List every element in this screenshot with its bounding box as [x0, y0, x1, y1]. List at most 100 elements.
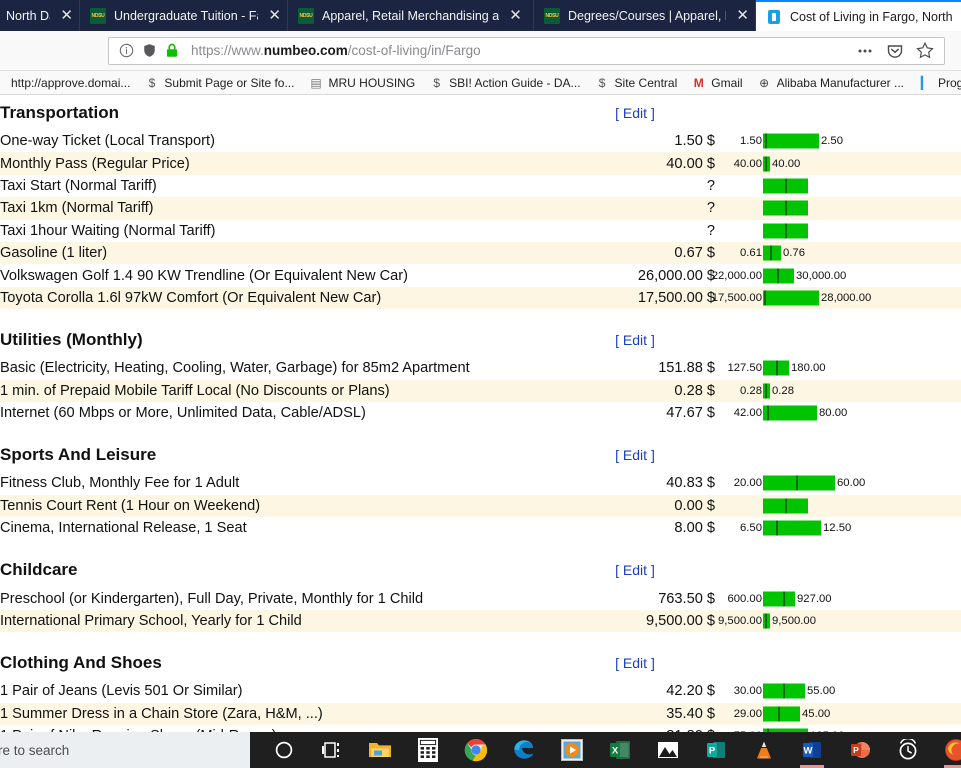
item-name: Gasoline (1 liter) [0, 241, 555, 265]
item-range-cell: 0.61 0.76 [715, 241, 961, 265]
address-bar[interactable]: https://www.numbeo.com/cost-of-living/in… [108, 36, 945, 65]
bookmark-item-5[interactable]: M Gmail [684, 75, 749, 90]
browser-tab-4[interactable]: Cost of Living in Fargo, North D [756, 0, 961, 31]
range-high-value: 80.00 [819, 407, 848, 420]
bookmark-item-3[interactable]: $ SBI! Action Guide - DA... [422, 75, 587, 90]
range-marker [776, 360, 778, 376]
bookmark-favicon: $ [433, 75, 440, 90]
range-bar-wrapper: 0.28 0.28 [715, 380, 945, 402]
spacer-cell [715, 309, 961, 323]
tab-close-icon[interactable]: ✕ [268, 8, 281, 23]
bookmark-item-2[interactable]: ▤ MRU HOUSING [301, 75, 422, 90]
browser-tab-0[interactable]: North Dak ✕ [0, 0, 80, 31]
bookmark-item-4[interactable]: $ Site Central [588, 75, 685, 90]
browser-tab-3[interactable]: NDSU Degrees/Courses | Apparel, Mer ✕ [534, 0, 756, 31]
section-header-row: Transportation [ Edit ] [0, 96, 961, 130]
pocket-icon[interactable] [886, 42, 904, 60]
google-chrome-icon[interactable] [452, 732, 500, 768]
section-edit-link[interactable]: [ Edit ] [555, 553, 715, 587]
range-bar-wrapper: 40.00 40.00 [715, 152, 945, 174]
table-row: Taxi 1hour Waiting (Normal Tariff)? [0, 220, 961, 242]
microsoft-powerpoint-icon[interactable]: P [836, 732, 884, 768]
tab-close-icon[interactable]: ✕ [736, 8, 749, 23]
spacer-cell [0, 539, 555, 553]
tracking-protection-shield-icon[interactable] [142, 43, 157, 58]
range-bar-wrapper: 75.00125.00 [715, 725, 945, 732]
section-edit-link[interactable]: [ Edit ] [555, 323, 715, 357]
firefox-icon[interactable] [932, 732, 961, 768]
spacer-cell [0, 309, 555, 323]
table-row: 1 Pair of Nike Running Shoes (Mid-Range)… [0, 725, 961, 732]
tab-close-icon[interactable]: ✕ [509, 8, 522, 23]
item-range-cell [715, 175, 961, 197]
section-range-cell [715, 553, 961, 587]
media-player-icon[interactable] [548, 732, 596, 768]
numbeo-icon [766, 8, 782, 25]
windows-taskbar: re to search X P W P [0, 732, 961, 768]
table-row: 1 Pair of Jeans (Levis 501 Or Similar) 42… [0, 680, 961, 702]
vlc-media-player-icon[interactable] [740, 732, 788, 768]
section-edit-link[interactable]: [ Edit ] [555, 438, 715, 472]
item-price: 42.20 $ [666, 683, 715, 700]
tab-close-icon[interactable]: ✕ [60, 8, 73, 23]
item-name: Taxi 1hour Waiting (Normal Tariff) [0, 222, 216, 239]
range-bar [763, 133, 819, 149]
url-text: https://www.numbeo.com/cost-of-living/in… [191, 43, 481, 58]
microsoft-edge-icon[interactable] [500, 732, 548, 768]
item-name: Taxi Start (Normal Tariff) [0, 177, 157, 194]
item-price: ? [555, 197, 715, 220]
bookmark-label: Submit Page or Site fo... [164, 75, 295, 90]
svg-text:P: P [709, 746, 716, 757]
bookmark-item-1[interactable]: $ Submit Page or Site fo... [137, 75, 301, 90]
item-name: Basic (Electricity, Heating, Cooling, Wa… [0, 360, 470, 377]
calculator-icon[interactable] [404, 732, 452, 768]
taskbar-search-box[interactable]: re to search [0, 732, 250, 768]
clock-icon[interactable] [884, 732, 932, 768]
range-low-value: 20.00 [733, 477, 762, 490]
item-range-cell: 20.00 60.00 [715, 472, 961, 494]
cortana-icon[interactable] [260, 732, 308, 768]
item-price: 0.00 $ [555, 494, 715, 518]
bookmark-star-icon[interactable] [916, 41, 934, 60]
range-low-value: 600.00 [727, 592, 762, 605]
item-price: 151.88 $ [658, 360, 715, 377]
range-marker [796, 475, 798, 491]
bookmark-item-6[interactable]: ⊕ Alibaba Manufacturer ... [750, 75, 911, 90]
section-edit-link[interactable]: [ Edit ] [555, 646, 715, 680]
range-low-value: 42.00 [733, 407, 762, 420]
microsoft-publisher-icon[interactable]: P [692, 732, 740, 768]
section-header-row: Childcare [ Edit ] [0, 553, 961, 587]
range-marker [765, 133, 767, 149]
range-high-value: 2.50 [821, 135, 843, 148]
bookmark-label: SBI! Action Guide - DA... [449, 75, 581, 90]
range-bar [763, 245, 781, 261]
padlock-icon[interactable] [165, 43, 179, 58]
microsoft-excel-icon[interactable]: X [596, 732, 644, 768]
section-edit-link[interactable]: [ Edit ] [555, 96, 715, 130]
page-actions-ellipsis-icon[interactable] [856, 42, 874, 60]
browser-tab-2[interactable]: NDSU Apparel, Retail Merchandising a ✕ [288, 0, 534, 31]
range-low-value: 40.00 [733, 157, 762, 170]
item-price: 1.50 $ [674, 133, 715, 150]
spacer-cell [715, 424, 961, 438]
site-information-icon[interactable] [119, 43, 134, 58]
item-name: Taxi 1km (Normal Tariff) [0, 197, 555, 220]
file-explorer-icon[interactable] [356, 732, 404, 768]
table-row: Toyota Corolla 1.6l 97kW Comfort (Or Equ… [0, 286, 961, 310]
photos-icon[interactable] [644, 732, 692, 768]
task-view-icon[interactable] [308, 732, 356, 768]
bookmark-label: Site Central [614, 75, 678, 90]
browser-tab-1[interactable]: NDSU Undergraduate Tuition - Fall 20 ✕ [80, 0, 288, 31]
item-name: 1 min. of Prepaid Mobile Tariff Local (N… [0, 379, 555, 402]
section-range-cell [715, 646, 961, 680]
range-low-value: 6.50 [740, 522, 762, 535]
table-row: International Primary School, Yearly for… [0, 609, 961, 633]
range-marker [770, 245, 772, 261]
table-row: Internet (60 Mbps or More, Unlimited Dat… [0, 402, 961, 424]
bookmark-item-0[interactable]: http://approve.domai... [4, 76, 137, 90]
item-price: 0.67 $ [555, 241, 715, 265]
spacer-cell [555, 424, 715, 438]
microsoft-word-icon[interactable]: W [788, 732, 836, 768]
bookmark-item-7[interactable]: ▎ Program [911, 75, 961, 90]
bookmark-label: Program [938, 75, 961, 90]
